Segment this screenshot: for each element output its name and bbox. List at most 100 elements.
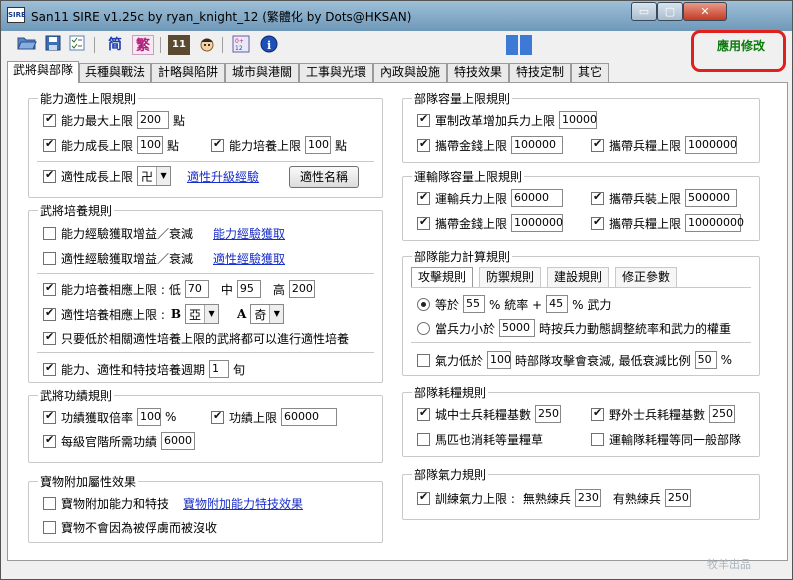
transport-weapon-checkbox[interactable] xyxy=(591,190,604,205)
maximize-button[interactable]: ▢ xyxy=(657,2,683,21)
unit-food-checkbox[interactable] xyxy=(591,137,604,152)
simplified-chinese-button[interactable]: 简 xyxy=(104,35,126,55)
title-bar[interactable]: SIRE San11 SIRE v1.25c by ryan_knight_12… xyxy=(1,1,792,31)
group-title: 武將功績規則 xyxy=(38,387,115,404)
treasure-attr-checkbox[interactable] xyxy=(43,496,56,510)
morale-decay-checkbox[interactable] xyxy=(417,353,430,367)
ability-train-checkbox[interactable] xyxy=(211,137,224,152)
transport-food-checkbox[interactable] xyxy=(591,215,604,230)
tab-troops-tactics[interactable]: 兵種與戰法 xyxy=(79,63,151,82)
transport-gold-input[interactable]: 1000000 xyxy=(511,214,564,232)
transport-food-checkbox[interactable] xyxy=(591,432,604,446)
lead-weight-input[interactable]: 55 xyxy=(463,295,486,313)
treasure-keep-checkbox[interactable] xyxy=(43,520,56,534)
trained-morale-input[interactable]: 250 xyxy=(664,489,691,507)
city-food-checkbox[interactable] xyxy=(417,406,430,421)
checklist-icon[interactable] xyxy=(66,35,88,55)
unit-gold-checkbox[interactable] xyxy=(417,137,430,152)
subtab-attack[interactable]: 攻擊規則 xyxy=(411,267,474,287)
apt-name-button[interactable]: 適性名稱 xyxy=(289,166,360,188)
calc-below-row: 當兵力小於 5000 時按兵力動態調整統率和武力的權重 xyxy=(417,319,731,337)
calc-eq-radio[interactable] xyxy=(417,297,430,311)
mid-input[interactable]: 95 xyxy=(236,280,261,298)
ability-exp-checkbox[interactable] xyxy=(43,226,56,240)
ability-train-input[interactable]: 100 xyxy=(305,136,332,154)
subtab-modifier[interactable]: 修正參數 xyxy=(615,267,678,287)
high-input[interactable]: 200 xyxy=(288,280,315,298)
merit-rank-input[interactable]: 6000 xyxy=(161,432,196,450)
tab-works-aura[interactable]: 工事與光環 xyxy=(299,63,373,82)
character-icon[interactable] xyxy=(196,35,218,55)
apt-exp-link[interactable]: 適性經驗獲取 xyxy=(213,250,285,267)
transport-gold-checkbox[interactable] xyxy=(417,215,430,230)
apt-upgrade-exp-link[interactable]: 適性升級經驗 xyxy=(187,168,259,185)
save-icon[interactable] xyxy=(42,35,64,55)
untrained-morale-input[interactable]: 230 xyxy=(574,489,601,507)
merit-limit-checkbox[interactable] xyxy=(211,409,224,424)
cycle-input[interactable]: 1 xyxy=(209,360,230,378)
tab-generals-units[interactable]: 武將與部隊 xyxy=(7,61,79,83)
low-input[interactable]: 70 xyxy=(184,280,209,298)
tab-domestic-facilities[interactable]: 內政與設施 xyxy=(373,63,447,82)
merit-limit-label: 功績上限 xyxy=(229,410,278,425)
reform-checkbox[interactable] xyxy=(417,112,430,127)
traditional-chinese-button[interactable]: 繁 xyxy=(132,35,154,55)
apt-exp-checkbox[interactable] xyxy=(43,251,56,265)
unit-food-input[interactable]: 1000000 xyxy=(685,136,738,154)
info-icon[interactable]: i xyxy=(258,35,280,55)
calendar-icon[interactable]: 11 xyxy=(168,35,190,55)
tab-skill-effects[interactable]: 特技效果 xyxy=(447,63,509,82)
merit-rank-checkbox[interactable] xyxy=(43,433,56,448)
cycle-checkbox[interactable] xyxy=(43,361,56,376)
merit-rate-input[interactable]: 100 xyxy=(137,408,162,426)
a-select[interactable]: 奇 ▼ xyxy=(250,304,285,324)
group-title: 運輸隊容量上限規則 xyxy=(412,168,525,185)
morale-threshold-input[interactable]: 100 xyxy=(487,351,512,369)
tab-cities-ports[interactable]: 城市與港關 xyxy=(225,63,299,82)
horse-food-checkbox[interactable] xyxy=(417,432,430,446)
transport-food-label: 攜帶兵糧上限 xyxy=(609,216,682,231)
b-select[interactable]: 亞 ▼ xyxy=(185,304,220,324)
war-weight-input[interactable]: 45 xyxy=(546,295,569,313)
unit-gold-input[interactable]: 100000 xyxy=(511,136,564,154)
calc-below-desc: 時按兵力動態調整統率和武力的權重 xyxy=(539,321,732,336)
apt-relative-checkbox[interactable] xyxy=(43,306,56,321)
city-food-input[interactable]: 250 xyxy=(535,405,562,423)
tab-other[interactable]: 其它 xyxy=(571,63,609,82)
only-low-checkbox[interactable] xyxy=(43,330,56,345)
apt-growth-checkbox[interactable] xyxy=(43,168,56,183)
morale-decay-row: 氣力低於 100 時部隊攻擊會衰減, 最低衰減比例 50 % xyxy=(417,351,732,369)
apt-growth-select[interactable]: 卍 ▼ xyxy=(137,166,172,186)
ability-exp-link[interactable]: 能力經驗獲取 xyxy=(213,225,285,242)
morale-train-checkbox[interactable] xyxy=(417,490,430,505)
transport-troop-input[interactable]: 60000 xyxy=(511,189,564,207)
reform-input[interactable]: 10000 xyxy=(559,111,598,129)
folder-open-icon[interactable] xyxy=(16,35,38,55)
calc-below-radio[interactable] xyxy=(417,321,430,335)
field-food-input[interactable]: 250 xyxy=(709,405,736,423)
subtab-defense[interactable]: 防禦規則 xyxy=(479,267,542,287)
ability-max-checkbox[interactable] xyxy=(43,112,56,127)
below-troop-input[interactable]: 5000 xyxy=(499,319,536,337)
ability-growth-input[interactable]: 100 xyxy=(137,136,164,154)
tab-skill-custom[interactable]: 特技定制 xyxy=(509,63,571,82)
merit-limit-input[interactable]: 60000 xyxy=(281,408,338,426)
transport-troop-checkbox[interactable] xyxy=(417,190,430,205)
transport-food-input[interactable]: 10000000 xyxy=(685,214,744,232)
transport-weapon-input[interactable]: 500000 xyxy=(685,189,738,207)
apply-changes-button[interactable]: 應用修改 xyxy=(699,37,783,55)
merit-rate-checkbox[interactable] xyxy=(43,409,56,424)
ability-relative-checkbox[interactable] xyxy=(43,281,56,296)
morale-min-input[interactable]: 50 xyxy=(694,351,717,369)
calculator-icon[interactable]: 0+ 12 xyxy=(230,35,252,55)
subtab-build[interactable]: 建設規則 xyxy=(547,267,610,287)
merit-rank-row: 每級官階所需功績 6000 xyxy=(43,432,199,450)
tab-strategy-traps[interactable]: 計略與陷阱 xyxy=(151,63,225,82)
minimize-button[interactable]: ▭ xyxy=(631,2,657,21)
close-button[interactable]: ✕ xyxy=(683,2,727,21)
ability-growth-checkbox[interactable] xyxy=(43,137,56,152)
field-food-checkbox[interactable] xyxy=(591,406,604,421)
ability-max-input[interactable]: 200 xyxy=(137,111,170,129)
treasure-attr-link[interactable]: 寶物附加能力特技效果 xyxy=(183,495,303,512)
treasure-keep-label: 寶物不會因為被俘虜而被沒收 xyxy=(61,520,218,535)
